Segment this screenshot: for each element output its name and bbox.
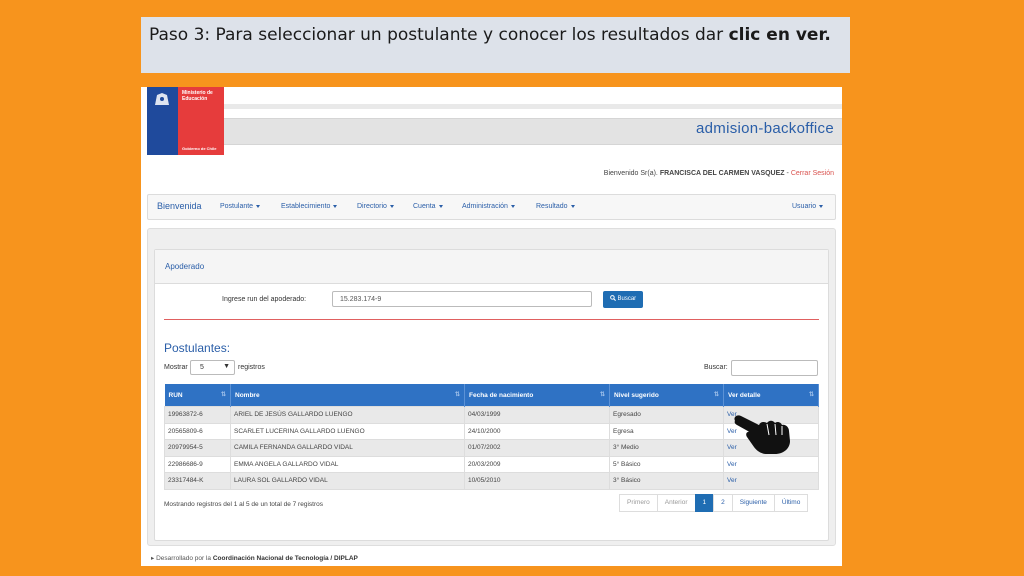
table-row: 22986686-9 EMMA ANGELA GALLARDO VIDAL 20…: [164, 455, 819, 473]
page-size-select[interactable]: 5 ▼: [190, 360, 235, 375]
page-first[interactable]: Primero: [619, 494, 658, 512]
run-label: Ingrese run del apoderado:: [222, 296, 307, 303]
cell-fecha: 04/03/1999: [464, 406, 610, 424]
ver-link[interactable]: Ver: [723, 472, 819, 490]
navbar: Bienvenida Postulante Establecimiento Di…: [147, 194, 836, 220]
table-row: 20565809-6 SCARLET LUCERINA GALLARDO LUE…: [164, 422, 819, 440]
cell-fecha: 20/03/2009: [464, 455, 610, 473]
nav-item-resultado[interactable]: Resultado: [536, 203, 575, 210]
page-2[interactable]: 2: [713, 494, 733, 512]
instruction-banner: Paso 3: Para seleccionar un postulante y…: [141, 17, 850, 73]
cell-fecha: 10/05/2010: [464, 472, 610, 490]
caret-down-icon: [438, 204, 443, 208]
table-row: 19963872-6 ARIEL DE JESÚS GALLARDO LUENG…: [164, 406, 819, 424]
records-label: registros: [238, 364, 265, 371]
header-band-top: [224, 104, 842, 109]
col-header-ver[interactable]: Ver detalle ⇅: [723, 384, 819, 407]
nav-brand-bienvenida[interactable]: Bienvenida: [157, 201, 202, 211]
welcome-line: Bienvenido Sr(a). FRANCISCA DEL CARMEN V…: [603, 170, 834, 177]
cell-nivel: Egresado: [609, 406, 724, 424]
sort-icon: ⇅: [454, 392, 460, 398]
sort-icon: ⇅: [808, 392, 814, 398]
search-icon: [609, 295, 616, 302]
sort-icon: ⇅: [220, 392, 226, 398]
cell-run: 23317484-K: [164, 472, 231, 490]
dropdown-arrow-icon: ▼: [223, 363, 230, 370]
cell-run: 19963872-6: [164, 406, 231, 424]
nav-item-administracion[interactable]: Administración: [462, 203, 515, 210]
cell-fecha: 01/07/2002: [464, 439, 610, 457]
cell-nombre: EMMA ANGELA GALLARDO VIDAL: [230, 455, 465, 473]
table-row: 23317484-K LAURA SOL GALLARDO VIDAL 10/0…: [164, 472, 819, 490]
app-screenshot: Ministerio de Educación Gobierno de Chil…: [141, 87, 842, 566]
cell-nivel: 3° Básico: [609, 472, 724, 490]
page-1[interactable]: 1: [694, 494, 715, 512]
table-search-input[interactable]: [731, 360, 818, 376]
ministry-logo: Ministerio de Educación Gobierno de Chil…: [147, 87, 224, 155]
apoderado-panel: Apoderado Ingrese run del apoderado: 15.…: [154, 249, 829, 541]
cell-fecha: 24/10/2000: [464, 422, 610, 440]
page-next[interactable]: Siguiente: [731, 494, 775, 512]
nav-item-directorio[interactable]: Directorio: [357, 203, 394, 210]
cell-nombre: ARIEL DE JESÚS GALLARDO LUENGO: [230, 406, 465, 424]
nav-item-usuario[interactable]: Usuario: [792, 203, 824, 210]
run-input[interactable]: 15.283.174-9: [332, 291, 592, 307]
page-last[interactable]: Último: [773, 494, 809, 512]
panel-title: Apoderado: [165, 262, 205, 271]
gov-name: Gobierno de Chile: [182, 146, 217, 151]
col-header-fecha[interactable]: Fecha de nacimiento ⇅: [464, 384, 610, 407]
panel-header: Apoderado: [155, 250, 828, 284]
search-label: Buscar:: [704, 364, 728, 371]
postulantes-table: RUN ⇅ Nombre ⇅ Fecha de nacimiento ⇅ Nivel …: [164, 384, 819, 490]
col-header-nivel[interactable]: Nivel sugerido ⇅: [609, 384, 724, 407]
section-title: Postulantes:: [164, 341, 231, 355]
instruction-text: Paso 3: Para seleccionar un postulante y…: [149, 25, 831, 45]
cell-nivel: 3° Medio: [609, 439, 724, 457]
ver-link[interactable]: Ver: [723, 455, 819, 473]
footer: ▸ Desarrollado por la Coordinación Nacio…: [151, 555, 358, 562]
caret-down-icon: [256, 204, 261, 208]
caret-down-icon: [510, 204, 515, 208]
cell-run: 20979954-5: [164, 439, 231, 457]
nav-item-establecimiento[interactable]: Establecimiento: [281, 203, 338, 210]
logout-link[interactable]: Cerrar Sesión: [791, 170, 834, 177]
caret-down-icon: [819, 204, 824, 208]
divider: [164, 319, 819, 320]
pointing-hand-icon: [734, 415, 790, 454]
table-row: 20979954-5 CAMILA FERNANDA GALLARDO VIDA…: [164, 439, 819, 457]
col-header-run[interactable]: RUN ⇅: [164, 384, 231, 407]
app-title: admision-backoffice: [696, 120, 834, 137]
content-area: Apoderado Ingrese run del apoderado: 15.…: [147, 228, 836, 546]
ministry-name: Ministerio de Educación: [182, 90, 213, 102]
table-info: Mostrando registros del 1 al 5 de un tot…: [164, 501, 323, 508]
triangle-right-icon: ▸: [151, 555, 155, 562]
cell-nombre: SCARLET LUCERINA GALLARDO LUENGO: [230, 422, 465, 440]
caret-down-icon: [570, 204, 575, 208]
cell-nivel: Egresa: [609, 422, 724, 440]
cell-run: 20565809-6: [164, 422, 231, 440]
show-label: Mostrar: [164, 364, 188, 371]
caret-down-icon: [333, 204, 338, 208]
cell-run: 22986686-9: [164, 455, 231, 473]
caret-down-icon: [389, 204, 394, 208]
search-button[interactable]: Buscar: [603, 291, 643, 308]
cell-nombre: LAURA SOL GALLARDO VIDAL: [230, 472, 465, 490]
page-prev[interactable]: Anterior: [656, 494, 696, 512]
crest-icon: [155, 93, 169, 105]
sort-icon: ⇅: [713, 392, 719, 398]
col-header-nombre[interactable]: Nombre ⇅: [230, 384, 465, 407]
nav-item-cuenta[interactable]: Cuenta: [413, 203, 443, 210]
nav-item-postulante[interactable]: Postulante: [220, 203, 261, 210]
sort-icon: ⇅: [599, 392, 605, 398]
cell-nivel: 5° Básico: [609, 455, 724, 473]
pagination: Primero Anterior 1 2 Siguiente Último: [619, 494, 809, 512]
cell-nombre: CAMILA FERNANDA GALLARDO VIDAL: [230, 439, 465, 457]
